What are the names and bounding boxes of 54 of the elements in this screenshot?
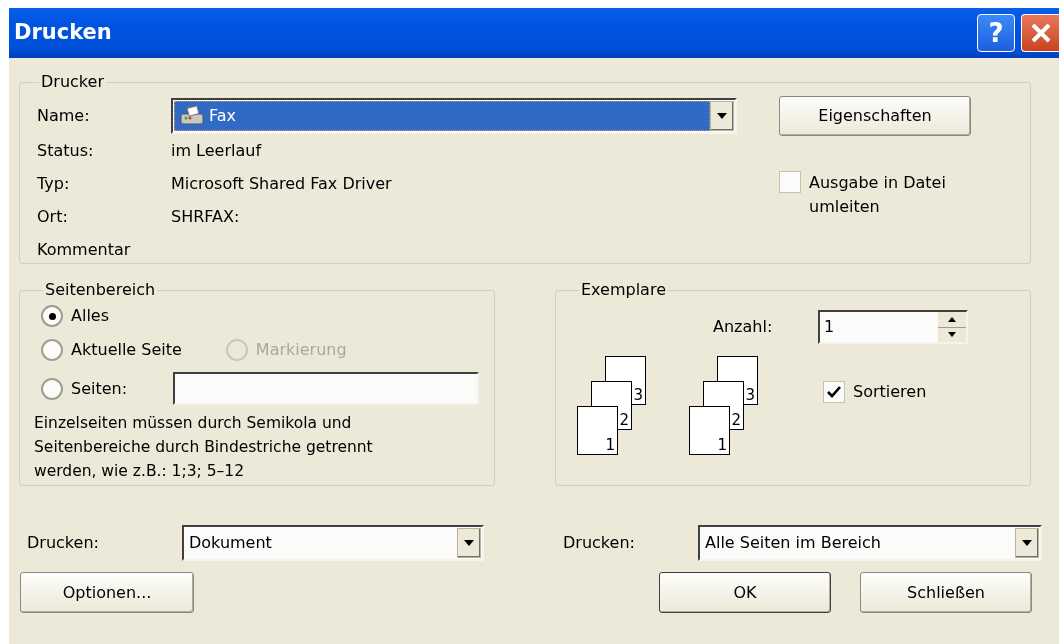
field-label: Drucken: — [563, 532, 636, 554]
checkbox[interactable] — [823, 381, 845, 403]
checkmark-icon — [827, 386, 841, 398]
caret-icon — [464, 540, 474, 546]
dropdown-button[interactable] — [1015, 528, 1039, 558]
dropdown[interactable]: Fax — [171, 98, 737, 134]
dropdown-value: Dokument — [189, 532, 272, 554]
field-value: im Leerlauf — [171, 139, 262, 162]
options-button[interactable]: Optionen... — [20, 572, 194, 613]
radio-label: Seiten: — [71, 377, 128, 400]
field-label: Kommentar — [37, 238, 132, 261]
radio-label: Alles — [71, 305, 109, 327]
field-label: Anzahl: — [713, 316, 774, 338]
caret-icon — [717, 113, 727, 119]
up-arrow-icon — [948, 316, 956, 322]
dropdown[interactable]: Alle Seiten im Bereich — [698, 525, 1042, 561]
group-label: Exemplare — [580, 279, 667, 301]
field-label: Ort: — [37, 205, 69, 228]
group-label: Drucker — [40, 71, 105, 93]
field-label: Name: — [37, 105, 91, 127]
close-dialog-button[interactable]: Schließen — [860, 572, 1032, 613]
ok-button[interactable]: OK — [659, 572, 831, 613]
down-arrow-icon — [948, 332, 956, 338]
pages-input[interactable] — [173, 372, 479, 405]
dropdown[interactable]: Dokument — [182, 525, 484, 561]
radio-button[interactable] — [41, 377, 63, 400]
dropdown-value: Fax — [209, 105, 236, 127]
fax-icon — [179, 105, 205, 127]
field-value: SHRFAX: — [171, 205, 240, 228]
field-label: Status: — [37, 139, 95, 162]
dropdown-value: Alle Seiten im Bereich — [705, 532, 881, 554]
field-label: Drucken: — [26, 532, 100, 554]
help-button[interactable]: ? — [977, 14, 1015, 52]
group-label: Seitenbereich — [44, 279, 157, 301]
window-title: Drucken — [14, 19, 112, 47]
radio-label: Markierung — [255, 339, 347, 361]
field-value: Microsoft Shared Fax Driver — [171, 172, 392, 195]
dropdown-button[interactable] — [457, 528, 481, 558]
radio-label: Aktuelle Seite — [71, 339, 182, 361]
spin-box[interactable]: 1 — [818, 310, 968, 344]
dropdown-button[interactable] — [710, 101, 734, 131]
checkbox[interactable] — [779, 171, 801, 193]
close-icon — [1029, 22, 1052, 44]
spin-up-button[interactable] — [938, 312, 966, 328]
hint-text: Einzelseiten müssen durch Semikola und Seitenbereiche durch Bindestriche getrennt werden, wie z.B.: 1;3; 5–12 — [34, 413, 374, 482]
close-button[interactable] — [1021, 14, 1059, 52]
properties-button[interactable]: Eigenschaften — [779, 96, 971, 136]
caret-icon — [1022, 540, 1032, 546]
radio-button[interactable] — [41, 305, 63, 327]
spin-value: 1 — [823, 316, 836, 338]
radio-button[interactable] — [41, 339, 63, 361]
checkbox-label: Ausgabe in Datei umleiten — [809, 172, 947, 218]
checkbox-label: Sortieren — [853, 381, 927, 403]
field-label: Typ: — [37, 172, 71, 195]
